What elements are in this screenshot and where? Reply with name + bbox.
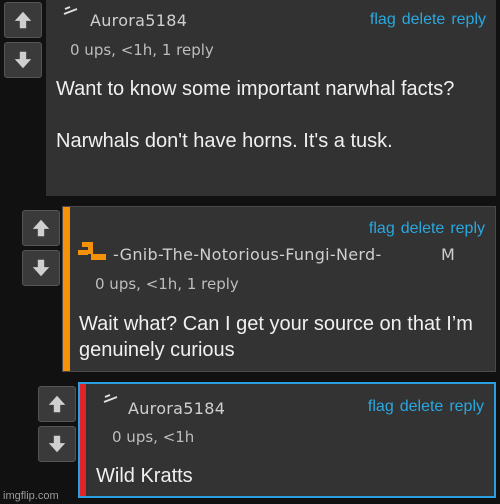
delete-link[interactable]: delete <box>400 398 444 415</box>
comment-card: Aurora5184 flag delete reply 0 ups, <1h Wi… <box>78 382 496 498</box>
downvote-button[interactable] <box>22 250 60 286</box>
reply-link[interactable]: reply <box>450 220 485 237</box>
comment-meta: 0 ups, <1h, 1 reply <box>70 41 214 59</box>
comment-meta: 0 ups, <1h <box>112 428 195 446</box>
downvote-button[interactable] <box>4 42 42 78</box>
upvote-button[interactable] <box>38 386 76 422</box>
delete-link[interactable]: delete <box>401 220 445 237</box>
user-avatar-icon <box>63 6 78 15</box>
downvote-button[interactable] <box>38 426 76 462</box>
watermark: imgflip.com <box>3 490 59 502</box>
vote-controls <box>22 210 60 286</box>
arrow-down-icon <box>32 259 50 277</box>
comment-username[interactable]: Aurora5184 <box>90 11 187 30</box>
comment-card: -Gnib-The-Notorious-Fungi-Nerd- M flag de… <box>62 206 496 372</box>
comment-body: Want to know some important narwhal fact… <box>56 78 455 152</box>
arrow-up-icon <box>14 11 32 29</box>
user-avatar-icon <box>78 242 106 260</box>
vote-controls <box>4 2 42 78</box>
vote-controls <box>38 386 76 462</box>
moderator-badge: M <box>441 245 456 264</box>
comment-accent-bar <box>80 384 86 496</box>
comment-actions: flag delete reply <box>364 11 486 29</box>
comment-accent-bar <box>63 207 70 371</box>
flag-link[interactable]: flag <box>370 11 396 28</box>
comment-body: Wait what? Can I get your source on that… <box>79 313 473 361</box>
flag-link[interactable]: flag <box>369 220 395 237</box>
arrow-up-icon <box>48 395 66 413</box>
comment-body: Wild Kratts <box>96 465 193 487</box>
reply-link[interactable]: reply <box>449 398 484 415</box>
upvote-button[interactable] <box>4 2 42 38</box>
comment-meta: 0 ups, <1h, 1 reply <box>95 275 239 293</box>
comment-username[interactable]: -Gnib-The-Notorious-Fungi-Nerd- <box>113 245 382 264</box>
comment-card: Aurora5184 flag delete reply 0 ups, <1h, 1… <box>46 0 496 196</box>
delete-link[interactable]: delete <box>402 11 446 28</box>
comment-actions: flag delete reply <box>362 398 484 416</box>
flag-link[interactable]: flag <box>368 398 394 415</box>
user-avatar-icon <box>103 394 118 403</box>
arrow-down-icon <box>48 435 66 453</box>
arrow-up-icon <box>32 219 50 237</box>
comment-actions: flag delete reply <box>363 220 485 238</box>
reply-link[interactable]: reply <box>451 11 486 28</box>
arrow-down-icon <box>14 51 32 69</box>
comment-username[interactable]: Aurora5184 <box>128 399 225 418</box>
upvote-button[interactable] <box>22 210 60 246</box>
